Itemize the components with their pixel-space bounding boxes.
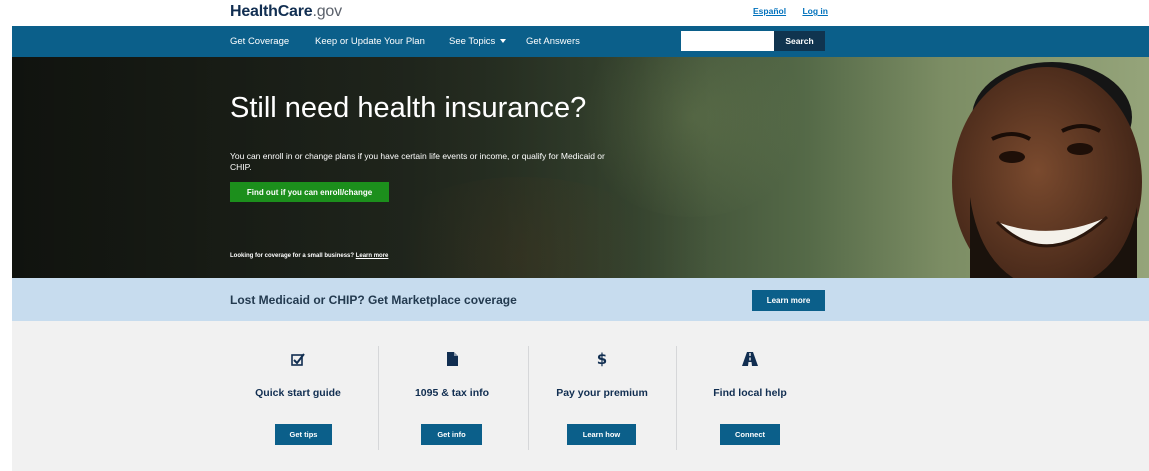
search-button[interactable]: Search [774,31,825,51]
nav-label: Get Coverage [230,36,290,47]
divider [528,346,529,450]
learn-how-button[interactable]: Learn how [567,424,636,445]
checklist-icon [230,351,366,367]
card-1095-tax: 1095 & tax info Get info [384,321,520,471]
nav-get-answers[interactable]: Get Answers [526,36,580,47]
smiling-man-photo [952,62,1142,278]
nav-label: Keep or Update Your Plan [315,36,425,47]
search-input[interactable] [681,31,774,51]
nav-see-topics[interactable]: See Topics [449,36,507,47]
nav-keep-update-plan[interactable]: Keep or Update Your Plan [315,36,425,47]
hero-title: Still need health insurance? [230,92,587,124]
nav-get-coverage[interactable]: Get Coverage [230,36,289,47]
divider [676,346,677,450]
card-title: Quick start guide [255,387,341,399]
card-pay-premium: $ Pay your premium Learn how [534,321,670,471]
get-tips-button[interactable]: Get tips [275,424,332,445]
small-business-note: Looking for coverage for a small busines… [230,253,388,259]
healthcare-gov-logo[interactable]: HealthCare.gov [230,3,342,21]
caret-down-icon [500,39,507,43]
banner-text: Lost Medicaid or CHIP? Get Marketplace c… [230,293,517,307]
document-icon [384,351,520,367]
nav-label: Get Answers [526,36,580,47]
hero-description: You can enroll in or change plans if you… [230,151,605,172]
small-business-learn-more-link[interactable]: Learn more [356,253,389,259]
spanish-link[interactable]: Español [753,6,786,16]
connect-button[interactable]: Connect [720,424,780,445]
medicaid-banner: Lost Medicaid or CHIP? Get Marketplace c… [12,278,1149,321]
nav-label: See Topics [449,36,496,47]
logo-text: HealthCare [230,3,313,20]
card-local-help: Find local help Connect [682,321,818,471]
card-title: 1095 & tax info [414,387,490,399]
login-link[interactable]: Log in [802,6,828,16]
logo-suffix: .gov [312,3,342,20]
quick-links-section: Quick start guide Get tips 1095 & tax in… [12,321,1149,471]
card-title: Pay your premium [556,387,648,399]
road-icon [682,351,818,367]
main-nav: Get Coverage Keep or Update Your Plan Se… [12,26,1149,57]
small-business-text: Looking for coverage for a small busines… [230,253,355,259]
card-quick-start: Quick start guide Get tips [230,321,366,471]
card-title: Find local help [713,387,787,399]
top-links: Español Log in [753,6,842,16]
find-out-enroll-button[interactable]: Find out if you can enroll/change [230,182,389,202]
top-bar: HealthCare.gov Español Log in [0,0,1149,26]
banner-learn-more-button[interactable]: Learn more [752,290,825,311]
hero-section: Still need health insurance? You can enr… [12,57,1149,278]
divider [378,346,379,450]
get-info-button[interactable]: Get info [421,424,482,445]
dollar-icon: $ [596,350,608,368]
